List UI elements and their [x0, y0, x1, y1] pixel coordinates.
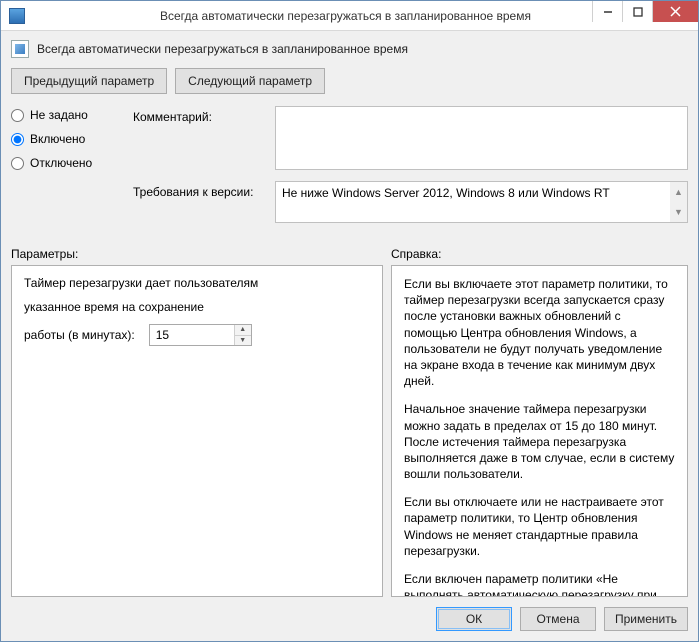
help-paragraph: Если вы отключаете или не настраиваете э…	[404, 494, 675, 559]
requirements-text: Не ниже Windows Server 2012, Windows 8 и…	[275, 181, 688, 223]
previous-setting-button[interactable]: Предыдущий параметр	[11, 68, 167, 94]
help-pane[interactable]: Если вы включаете этот параметр политики…	[391, 265, 688, 597]
radio-disabled-input[interactable]	[11, 157, 24, 170]
spinner-up-button[interactable]: ▲	[235, 325, 251, 336]
apply-button[interactable]: Применить	[604, 607, 688, 631]
help-paragraph: Если вы включаете этот параметр политики…	[404, 276, 675, 389]
policy-title: Всегда автоматически перезагружаться в з…	[37, 42, 408, 56]
caption-buttons	[592, 1, 698, 22]
ok-button[interactable]: ОК	[436, 607, 512, 631]
spinner-down-button[interactable]: ▼	[235, 336, 251, 346]
comment-textarea[interactable]	[275, 106, 688, 170]
requirements-value: Не ниже Windows Server 2012, Windows 8 и…	[282, 186, 610, 200]
help-section-label: Справка:	[391, 247, 688, 261]
requirements-label: Требования к версии:	[133, 181, 275, 199]
options-section-label: Параметры:	[11, 247, 391, 261]
radio-not-configured[interactable]: Не задано	[11, 108, 121, 122]
options-text-line2: указанное время на сохранение	[24, 300, 370, 314]
radio-disabled[interactable]: Отключено	[11, 156, 121, 170]
state-radios: Не задано Включено Отключено	[11, 106, 121, 231]
options-text-line1: Таймер перезагрузки дает пользователям	[24, 276, 370, 290]
radio-enabled-label: Включено	[30, 132, 85, 146]
minutes-input[interactable]	[150, 325, 234, 345]
minutes-label: работы (в минутах):	[24, 328, 135, 342]
scroll-up-icon[interactable]: ▲	[670, 182, 687, 202]
maximize-button[interactable]	[622, 1, 652, 22]
close-button[interactable]	[652, 1, 698, 22]
policy-icon	[11, 40, 29, 58]
radio-not-configured-input[interactable]	[11, 109, 24, 122]
minimize-icon	[603, 7, 613, 17]
radio-not-configured-label: Не задано	[30, 108, 88, 122]
cancel-button[interactable]: Отмена	[520, 607, 596, 631]
requirements-scrollbar[interactable]: ▲ ▼	[670, 182, 687, 222]
policy-header: Всегда автоматически перезагружаться в з…	[11, 40, 688, 58]
help-paragraph: Начальное значение таймера перезагрузки …	[404, 401, 675, 482]
help-paragraph: Если включен параметр политики «Не выпол…	[404, 571, 675, 597]
radio-disabled-label: Отключено	[30, 156, 92, 170]
maximize-icon	[633, 7, 643, 17]
titlebar: Всегда автоматически перезагружаться в з…	[1, 1, 698, 31]
minimize-button[interactable]	[592, 1, 622, 22]
radio-enabled-input[interactable]	[11, 133, 24, 146]
scroll-down-icon[interactable]: ▼	[670, 202, 687, 222]
comment-label: Комментарий:	[133, 106, 275, 124]
next-setting-button[interactable]: Следующий параметр	[175, 68, 325, 94]
close-icon	[670, 6, 681, 17]
options-pane: Таймер перезагрузки дает пользователям у…	[11, 265, 383, 597]
radio-enabled[interactable]: Включено	[11, 132, 121, 146]
minutes-spinner[interactable]: ▲ ▼	[149, 324, 252, 346]
